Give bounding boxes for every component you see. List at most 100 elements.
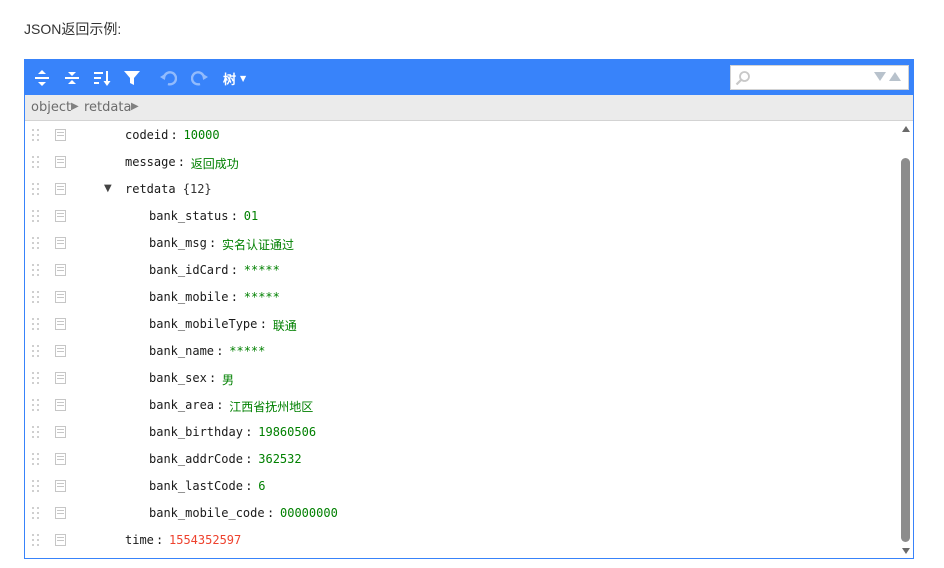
undo-button[interactable] — [155, 65, 181, 91]
context-menu-icon[interactable] — [55, 237, 66, 249]
expand-all-button[interactable] — [29, 65, 55, 91]
field-value[interactable]: ***** — [244, 290, 280, 304]
key-value-separator: : — [170, 128, 178, 142]
context-menu-icon[interactable] — [55, 210, 66, 222]
context-menu-icon[interactable] — [55, 318, 66, 330]
drag-handle-icon[interactable] — [32, 291, 40, 305]
drag-handle-icon[interactable] — [32, 399, 40, 413]
field-key[interactable]: bank_mobileType — [149, 317, 257, 331]
context-menu-icon[interactable] — [55, 264, 66, 276]
context-menu-icon[interactable] — [55, 399, 66, 411]
context-menu-icon[interactable] — [55, 534, 66, 546]
field-key[interactable]: codeid — [125, 128, 168, 142]
scrollbar[interactable] — [899, 122, 913, 558]
field-value[interactable]: 362532 — [258, 452, 301, 466]
key-value-separator: : — [230, 209, 238, 223]
mode-switch-button[interactable]: 树 ▼ — [223, 65, 246, 91]
breadcrumb-item-retdata[interactable]: retdata — [84, 100, 131, 115]
drag-handle-icon[interactable] — [32, 318, 40, 332]
field-value[interactable]: 联通 — [273, 317, 297, 334]
search-next-button[interactable] — [874, 72, 886, 81]
breadcrumb-arrow-icon: ▶ — [71, 101, 79, 112]
editor-toolbar: 树 ▼ — [25, 60, 913, 95]
drag-handle-icon[interactable] — [32, 372, 40, 386]
collapse-all-button[interactable] — [59, 65, 85, 91]
tree-row: bank_mobileType: 联通 — [25, 311, 899, 338]
tree-row: time:1554352597 — [25, 527, 899, 554]
context-menu-icon[interactable] — [55, 372, 66, 384]
tree-row: bank_addrCode:362532 — [25, 446, 899, 473]
field-key[interactable]: bank_status — [149, 209, 228, 223]
field-value[interactable]: 00000000 — [280, 506, 338, 520]
field-value[interactable]: ***** — [244, 263, 280, 277]
sort-button[interactable] — [89, 65, 115, 91]
drag-handle-icon[interactable] — [32, 345, 40, 359]
field-key[interactable]: message — [125, 155, 176, 169]
field-value[interactable]: 男 — [222, 371, 234, 388]
field-key[interactable]: bank_mobile_code — [149, 506, 265, 520]
context-menu-icon[interactable] — [55, 129, 66, 141]
scroll-down-arrow-icon[interactable] — [902, 548, 910, 554]
context-menu-icon[interactable] — [55, 156, 66, 168]
key-value-separator: : — [245, 425, 253, 439]
context-menu-icon[interactable] — [55, 345, 66, 357]
drag-handle-icon[interactable] — [32, 453, 40, 467]
child-count: {12} — [182, 182, 212, 196]
field-key[interactable]: retdata — [125, 182, 176, 196]
field-value[interactable]: 1554352597 — [169, 533, 241, 547]
field-value[interactable]: 6 — [258, 479, 265, 493]
breadcrumb-arrow-icon[interactable]: ▶ — [131, 101, 139, 112]
field-value[interactable]: 江西省抚州地区 — [229, 398, 313, 415]
breadcrumb-item-object[interactable]: object — [31, 100, 71, 115]
drag-handle-icon[interactable] — [32, 507, 40, 521]
drag-handle-icon[interactable] — [32, 264, 40, 278]
tree-row: bank_area: 江西省抚州地区 — [25, 392, 899, 419]
key-value-separator: : — [216, 398, 224, 412]
field-key[interactable]: bank_lastCode — [149, 479, 243, 493]
field-key[interactable]: bank_sex — [149, 371, 207, 385]
tree-row: bank_mobile: ***** — [25, 284, 899, 311]
field-value[interactable]: 01 — [244, 209, 258, 223]
scroll-up-arrow-icon[interactable] — [902, 126, 910, 132]
filter-button[interactable] — [119, 65, 145, 91]
drag-handle-icon[interactable] — [32, 426, 40, 440]
field-key[interactable]: bank_area — [149, 398, 214, 412]
context-menu-icon[interactable] — [55, 426, 66, 438]
drag-handle-icon[interactable] — [32, 480, 40, 494]
field-key[interactable]: bank_birthday — [149, 425, 243, 439]
scrollbar-thumb[interactable] — [901, 158, 910, 542]
key-value-separator: : — [230, 263, 238, 277]
field-value[interactable]: 实名认证通过 — [222, 236, 294, 253]
context-menu-icon[interactable] — [55, 183, 66, 195]
tree-row: bank_sex: 男 — [25, 365, 899, 392]
field-key[interactable]: bank_name — [149, 344, 214, 358]
field-value[interactable]: 19860506 — [258, 425, 316, 439]
context-menu-icon[interactable] — [55, 291, 66, 303]
drag-handle-icon[interactable] — [32, 129, 40, 143]
drag-handle-icon[interactable] — [32, 156, 40, 170]
key-value-separator: : — [230, 290, 238, 304]
redo-button[interactable] — [187, 65, 213, 91]
field-key[interactable]: bank_addrCode — [149, 452, 243, 466]
caret-down-icon: ▼ — [240, 73, 247, 83]
context-menu-icon[interactable] — [55, 480, 66, 492]
search-input[interactable] — [755, 68, 865, 87]
field-value[interactable]: ***** — [229, 344, 265, 358]
field-value[interactable]: 10000 — [184, 128, 220, 142]
drag-handle-icon[interactable] — [32, 183, 40, 197]
field-key[interactable]: bank_idCard — [149, 263, 228, 277]
json-editor: 树 ▼ object ▶ retdata ▶ codeid:10000 messa… — [24, 59, 914, 559]
drag-handle-icon[interactable] — [32, 210, 40, 224]
tree-row: bank_lastCode:6 — [25, 473, 899, 500]
field-key[interactable]: bank_msg — [149, 236, 207, 250]
expand-toggle-icon[interactable]: ▼ — [104, 183, 112, 194]
drag-handle-icon[interactable] — [32, 534, 40, 548]
field-key[interactable]: bank_mobile — [149, 290, 228, 304]
field-key[interactable]: time — [125, 533, 154, 547]
context-menu-icon[interactable] — [55, 453, 66, 465]
context-menu-icon[interactable] — [55, 507, 66, 519]
search-previous-button[interactable] — [889, 72, 901, 81]
drag-handle-icon[interactable] — [32, 237, 40, 251]
tree-row: bank_status:01 — [25, 203, 899, 230]
field-value[interactable]: 返回成功 — [191, 155, 239, 172]
